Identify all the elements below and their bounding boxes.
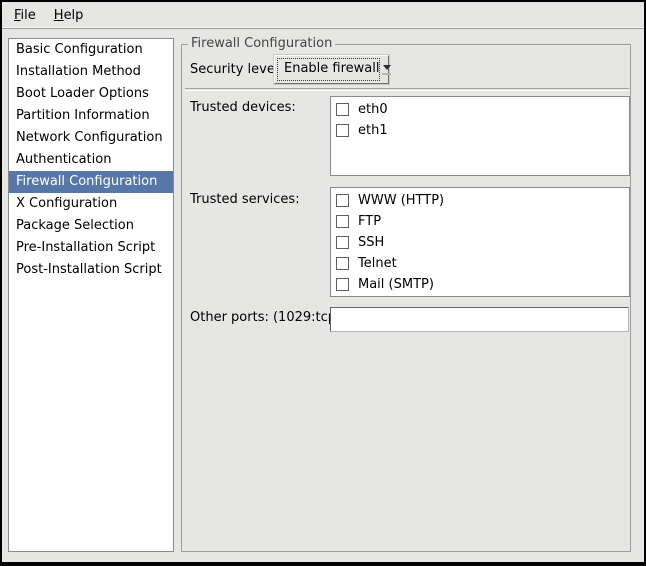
firewall-configuration-panel: Firewall Configuration Security level: E…: [181, 44, 631, 552]
sidebar-item-authentication[interactable]: Authentication: [9, 149, 173, 171]
trusted-service-www-label: WWW (HTTP): [358, 193, 444, 208]
sidebar-item-firewall-configuration[interactable]: Firewall Configuration: [9, 171, 173, 193]
sidebar-item-partition-information[interactable]: Partition Information: [9, 105, 173, 127]
security-level-label: Security level:: [190, 62, 283, 77]
trusted-service-row-ssh[interactable]: SSH: [331, 232, 629, 253]
combobox-arrow-icon: [382, 56, 391, 83]
trusted-service-ftp-label: FTP: [358, 214, 381, 229]
menu-help-mnemonic: H: [54, 8, 64, 23]
trusted-service-www-checkbox[interactable]: [336, 194, 349, 207]
sidebar-item-x-configuration[interactable]: X Configuration: [9, 193, 173, 215]
sidebar-item-pre-installation-script[interactable]: Pre-Installation Script: [9, 237, 173, 259]
sidebar-item-boot-loader-options[interactable]: Boot Loader Options: [9, 83, 173, 105]
other-ports-label: Other ports: (1029:tcp): [190, 310, 341, 325]
sidebar-item-package-selection[interactable]: Package Selection: [9, 215, 173, 237]
trusted-service-row-mail[interactable]: Mail (SMTP): [331, 274, 629, 295]
trusted-service-ftp-checkbox[interactable]: [336, 215, 349, 228]
trusted-device-row-eth1[interactable]: eth1: [331, 120, 629, 141]
security-level-value: Enable firewall: [277, 58, 380, 81]
trusted-devices-label: Trusted devices:: [190, 100, 296, 115]
trusted-services-label: Trusted services:: [190, 192, 300, 207]
security-level-combobox[interactable]: Enable firewall: [274, 55, 389, 84]
sidebar-item-basic-configuration[interactable]: Basic Configuration: [9, 39, 173, 61]
trusted-device-eth1-label: eth1: [358, 123, 388, 138]
section-list: Basic Configuration Installation Method …: [8, 38, 174, 552]
trusted-device-eth0-label: eth0: [358, 102, 388, 117]
trusted-service-row-www[interactable]: WWW (HTTP): [331, 190, 629, 211]
sidebar-item-network-configuration[interactable]: Network Configuration: [9, 127, 173, 149]
menubar: File Help: [2, 2, 644, 29]
menu-file-label: ile: [21, 8, 36, 23]
trusted-device-eth1-checkbox[interactable]: [336, 124, 349, 137]
separator: [185, 88, 629, 90]
trusted-service-row-telnet[interactable]: Telnet: [331, 253, 629, 274]
trusted-service-telnet-label: Telnet: [358, 256, 397, 271]
other-ports-input[interactable]: [330, 307, 629, 332]
trusted-device-row-eth0[interactable]: eth0: [331, 99, 629, 120]
trusted-service-telnet-checkbox[interactable]: [336, 257, 349, 270]
menu-file[interactable]: File: [5, 4, 45, 27]
sidebar-item-post-installation-script[interactable]: Post-Installation Script: [9, 259, 173, 281]
menu-help[interactable]: Help: [45, 4, 93, 27]
trusted-devices-list: eth0 eth1: [330, 96, 630, 176]
trusted-services-list: WWW (HTTP) FTP SSH Telnet Mail (SMTP): [330, 187, 630, 297]
kickstart-configurator-window: File Help Basic Configuration Installati…: [0, 0, 646, 566]
trusted-service-ssh-checkbox[interactable]: [336, 236, 349, 249]
panel-title: Firewall Configuration: [188, 36, 335, 51]
menu-help-label: elp: [64, 8, 84, 23]
trusted-service-mail-checkbox[interactable]: [336, 278, 349, 291]
trusted-service-ssh-label: SSH: [358, 235, 384, 250]
trusted-service-mail-label: Mail (SMTP): [358, 277, 434, 292]
trusted-device-eth0-checkbox[interactable]: [336, 103, 349, 116]
sidebar-item-installation-method[interactable]: Installation Method: [9, 61, 173, 83]
trusted-service-row-ftp[interactable]: FTP: [331, 211, 629, 232]
